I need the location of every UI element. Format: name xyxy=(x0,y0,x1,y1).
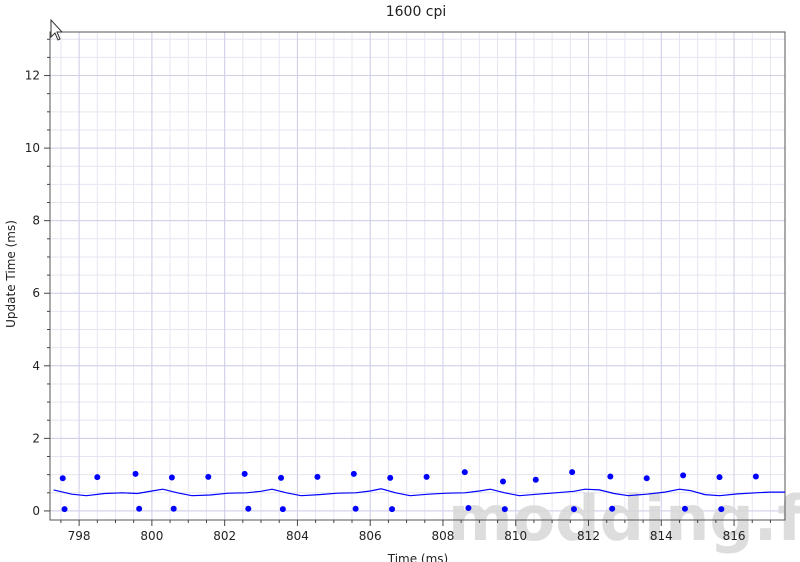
data-point xyxy=(314,473,321,480)
data-point xyxy=(501,506,508,513)
data-point xyxy=(465,505,472,512)
data-point xyxy=(752,473,759,480)
data-point xyxy=(59,475,66,482)
data-point xyxy=(569,469,576,476)
data-point xyxy=(61,506,68,513)
data-point xyxy=(718,506,725,513)
y-tick-label: 2 xyxy=(32,431,40,445)
x-tick-label: 816 xyxy=(723,529,746,543)
x-tick-label: 808 xyxy=(432,529,455,543)
data-point xyxy=(680,472,687,479)
data-point xyxy=(279,506,286,513)
data-point xyxy=(643,475,650,482)
x-tick-label: 806 xyxy=(359,529,382,543)
data-point xyxy=(352,505,359,512)
data-point xyxy=(245,505,252,512)
data-point xyxy=(607,473,614,480)
x-tick-label: 812 xyxy=(577,529,600,543)
data-point xyxy=(241,470,248,477)
chart-title: 1600 cpi xyxy=(386,4,447,20)
data-point xyxy=(136,505,143,512)
x-axis-title: Time (ms) xyxy=(387,552,449,562)
y-tick-label: 0 xyxy=(32,504,40,518)
data-point xyxy=(389,506,396,513)
data-point xyxy=(609,505,616,512)
x-tick-label: 804 xyxy=(286,529,309,543)
y-tick-label: 6 xyxy=(32,286,40,300)
data-point xyxy=(532,476,539,483)
y-tick-label: 10 xyxy=(25,141,40,155)
y-tick-label: 4 xyxy=(32,359,40,373)
data-point xyxy=(423,473,430,480)
data-point xyxy=(278,474,285,481)
data-point xyxy=(350,470,357,477)
data-point xyxy=(387,474,394,481)
y-axis-title: Update Time (ms) xyxy=(4,220,18,328)
y-tick-label: 8 xyxy=(32,214,40,228)
data-point xyxy=(461,469,468,476)
data-point xyxy=(500,478,507,485)
chart: 1600 cpi modding.fr 798 800 802 804 806 808 81… xyxy=(4,4,800,562)
x-tick-label: 798 xyxy=(68,529,91,543)
data-point xyxy=(570,506,577,513)
x-tick-label: 802 xyxy=(213,529,236,543)
mouse-cursor-icon xyxy=(50,18,64,41)
axes: 798 800 802 804 806 808 810 812 814 816024681012 xyxy=(25,38,771,543)
y-tick-label: 12 xyxy=(25,69,40,83)
x-tick-label: 810 xyxy=(504,529,527,543)
data-point xyxy=(681,505,688,512)
data-point xyxy=(170,505,177,512)
data-point xyxy=(205,473,212,480)
data-point xyxy=(716,474,723,481)
x-tick-label: 814 xyxy=(650,529,673,543)
data-point xyxy=(94,474,101,481)
data-point xyxy=(168,474,175,481)
plot-area-border xyxy=(49,31,786,521)
data-point xyxy=(132,470,139,477)
x-tick-label: 800 xyxy=(140,529,163,543)
grid xyxy=(50,32,785,520)
